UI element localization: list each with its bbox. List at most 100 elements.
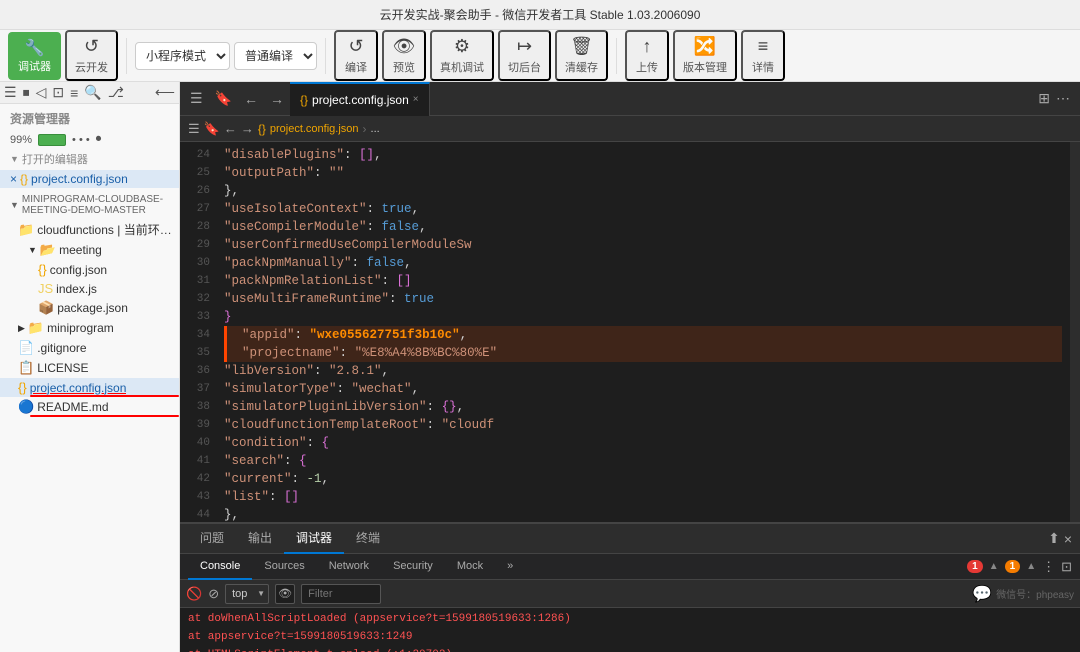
console-tab-network[interactable]: Network xyxy=(317,554,381,580)
mode-selector[interactable]: 小程序模式 xyxy=(135,42,230,70)
console-action-icon-1[interactable]: ⋮ xyxy=(1042,559,1055,575)
cloudfunctions-item[interactable]: 📁 cloudfunctions | 当前环境: dianzan xyxy=(0,219,179,240)
miniprogram-item[interactable]: ▶ 📁 miniprogram xyxy=(0,318,179,338)
readme-item[interactable]: 🔵 README.md xyxy=(0,397,179,417)
cut-back-button[interactable]: ↦ 切后台 xyxy=(498,30,551,81)
tab-close-icon[interactable]: × xyxy=(413,94,419,105)
project-root-label: MINIPROGRAM-CLOUDBASE-MEETING-DEMO-MASTE… xyxy=(22,194,169,216)
console-output: at doWhenAllScriptLoaded (appservice?t=1… xyxy=(180,608,1080,652)
menu-icon[interactable]: ≡ xyxy=(70,85,78,101)
title-text: 云开发实战-聚会助手 - 微信开发者工具 Stable 1.03.2006090 xyxy=(380,6,701,23)
console-tab-security[interactable]: Security xyxy=(381,554,445,580)
forward-icon[interactable]: ⊡ xyxy=(52,84,64,101)
close-open-file-icon[interactable]: × xyxy=(10,172,17,186)
project-config-icon: {} xyxy=(18,380,27,395)
back-icon[interactable]: ◁ xyxy=(36,84,47,101)
package-json-item[interactable]: 📦 package.json xyxy=(0,298,179,318)
maximize-icon[interactable]: ⬆ xyxy=(1048,530,1060,547)
bc-back-icon[interactable]: ← xyxy=(224,121,237,136)
line-numbers: 2425262728293031323334353637383940414243… xyxy=(180,142,216,522)
bottom-panel: 问题 输出 调试器 终端 ⬆ × Console xyxy=(180,522,1080,652)
index-js-label: index.js xyxy=(56,282,97,296)
project-config-item[interactable]: {} project.config.json xyxy=(0,378,179,397)
compile-button[interactable]: ↺ 编译 xyxy=(334,30,378,81)
divider-1 xyxy=(126,38,127,74)
miniprogram-arrow: ▶ xyxy=(18,323,25,334)
bottom-tab-terminal[interactable]: 终端 xyxy=(344,524,392,554)
editor-tab-project-config[interactable]: {} project.config.json × xyxy=(290,82,430,116)
detail-button[interactable]: ≡ 详情 xyxy=(741,30,785,81)
readme-underline-bar xyxy=(30,415,179,417)
console-tab-mock[interactable]: Mock xyxy=(445,554,495,580)
record-icon: ⏺ xyxy=(96,133,102,146)
gitignore-item[interactable]: 📄 .gitignore xyxy=(0,338,179,358)
index-js-item[interactable]: JS index.js xyxy=(0,279,179,298)
readme-label: README.md xyxy=(37,400,108,414)
search-icon[interactable]: 🔍 xyxy=(84,84,101,101)
level-selector-wrapper: top xyxy=(225,584,269,604)
editor-more-icon[interactable]: ⋯ xyxy=(1050,90,1076,107)
tab-json-icon: {} xyxy=(300,93,308,107)
meeting-arrow: ▼ xyxy=(28,245,37,255)
upload-button[interactable]: ↑ 上传 xyxy=(625,30,669,81)
tab-menu-icon[interactable]: ☰ xyxy=(184,90,209,107)
meeting-folder-icon: 📂 xyxy=(40,242,56,258)
meeting-item[interactable]: ▼ 📂 meeting xyxy=(0,240,179,260)
console-tab-console[interactable]: Console xyxy=(188,554,252,580)
version-button[interactable]: 🔀 版本管理 xyxy=(673,30,737,81)
bc-json-icon: {} xyxy=(258,122,266,136)
config-json-label: config.json xyxy=(50,263,107,277)
project-root-group[interactable]: ▼ MINIPROGRAM-CLOUDBASE-MEETING-DEMO-MAS… xyxy=(0,188,179,219)
breadcrumb-bar: ☰ 🔖 ← → {} project.config.json › ... xyxy=(180,116,1080,142)
bc-bookmark-icon[interactable]: 🔖 xyxy=(204,121,220,137)
console-sub-tabs: Console Sources Network Security Mock » xyxy=(180,554,1080,580)
clear-cache-button[interactable]: 🗑 清缓存 xyxy=(555,30,608,81)
package-json-icon: 📦 xyxy=(38,300,54,316)
license-item[interactable]: 📋 LICENSE xyxy=(0,358,179,378)
console-tab-sources[interactable]: Sources xyxy=(252,554,316,580)
split-editor-icon[interactable]: ⊞ xyxy=(1038,90,1050,107)
bottom-tab-bar: 问题 输出 调试器 终端 ⬆ × xyxy=(180,524,1080,554)
console-tab-more[interactable]: » xyxy=(495,554,525,580)
gitignore-icon: 📄 xyxy=(18,340,34,356)
code-content[interactable]: "disablePlugins": [], "outputPath": "" }… xyxy=(216,142,1070,522)
real-debug-button[interactable]: ⚙ 真机调试 xyxy=(430,30,494,81)
tab-forward-icon[interactable]: → xyxy=(264,91,290,107)
bottom-tab-actions: ⬆ × xyxy=(1048,530,1072,547)
index-js-icon: JS xyxy=(38,281,53,296)
tab-back-icon[interactable]: ← xyxy=(238,91,264,107)
console-right-area: 1 ▲ 1 ▲ ⋮ ⊡ xyxy=(967,559,1072,575)
open-editors-arrow: ▼ xyxy=(10,154,19,164)
meeting-label: meeting xyxy=(59,243,102,257)
new-file-icon[interactable]: ☰ xyxy=(4,84,17,101)
config-json-item[interactable]: {} config.json xyxy=(0,260,179,279)
code-editor: 2425262728293031323334353637383940414243… xyxy=(180,142,1080,522)
branch-icon[interactable]: ⎇ xyxy=(108,84,124,101)
project-root-arrow: ▼ xyxy=(10,200,19,210)
scroll-indicator[interactable] xyxy=(1070,142,1080,522)
no-entry-icon[interactable]: ⊘ xyxy=(208,586,219,602)
collapse-icon[interactable]: ⟵ xyxy=(155,84,175,101)
bottom-tab-issues[interactable]: 问题 xyxy=(188,524,236,554)
bc-forward-icon[interactable]: → xyxy=(241,121,254,136)
close-panel-icon[interactable]: × xyxy=(1064,531,1072,547)
open-editors-group[interactable]: ▼ 打开的编辑器 xyxy=(0,148,179,170)
bottom-tab-output[interactable]: 输出 xyxy=(236,524,284,554)
watermark-area: 💬 微信号：phpeasy xyxy=(972,584,1074,604)
battery-percent: 99% xyxy=(10,134,32,146)
compile-selector[interactable]: 普通编译 xyxy=(234,42,317,70)
bc-separator: › xyxy=(363,122,367,136)
eye-button[interactable]: 👁 xyxy=(275,584,295,604)
console-action-icon-2[interactable]: ⊡ xyxy=(1061,559,1072,575)
level-selector[interactable]: top xyxy=(225,584,269,604)
tab-bookmark-icon[interactable]: 🔖 xyxy=(209,90,238,107)
debugger-button[interactable]: 🔧 调试器 xyxy=(8,32,61,80)
cloud-dev-button[interactable]: ↺ 云开发 xyxy=(65,30,118,81)
ban-icon[interactable]: 🚫 xyxy=(186,586,202,602)
preview-button[interactable]: 👁 预览 xyxy=(382,30,426,81)
open-file-item[interactable]: × {} project.config.json xyxy=(0,170,179,188)
stop-icon[interactable]: ⏹ xyxy=(23,84,30,101)
bc-menu-icon[interactable]: ☰ xyxy=(188,121,200,137)
bottom-tab-debugger[interactable]: 调试器 xyxy=(284,524,344,554)
filter-input[interactable] xyxy=(301,584,381,604)
